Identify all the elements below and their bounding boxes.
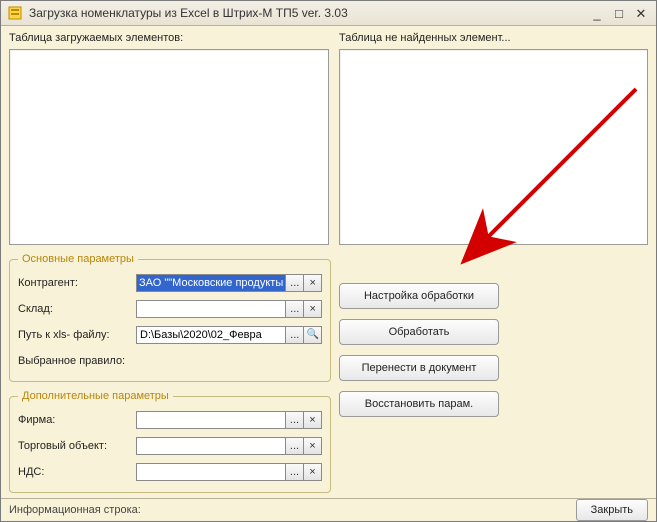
torg-select-button[interactable]: ... bbox=[286, 437, 304, 455]
statusbar: Информационная строка: Закрыть bbox=[1, 498, 656, 521]
maximize-button[interactable]: □ bbox=[608, 4, 630, 22]
app-icon bbox=[7, 5, 23, 21]
contragent-select-button[interactable]: ... bbox=[286, 274, 304, 292]
contragent-label: Контрагент: bbox=[18, 277, 136, 289]
minimize-button[interactable]: _ bbox=[586, 4, 608, 22]
main-params-title: Основные параметры bbox=[18, 253, 138, 265]
restore-button[interactable]: Восстановить парам. bbox=[339, 391, 499, 417]
path-label: Путь к xls- файлу: bbox=[18, 329, 136, 341]
contragent-clear-button[interactable]: × bbox=[304, 274, 322, 292]
path-browse-button[interactable]: 🔍 bbox=[304, 326, 322, 344]
torg-input[interactable] bbox=[136, 437, 286, 455]
contragent-input[interactable]: ЗАО ""Московские продукты bbox=[136, 274, 286, 292]
main-params-group: Основные параметры Контрагент: ЗАО ""Мос… bbox=[9, 253, 331, 382]
sklad-select-button[interactable]: ... bbox=[286, 300, 304, 318]
nds-label: НДС: bbox=[18, 466, 136, 478]
content-area: Таблица загружаемых элементов: Основные … bbox=[1, 26, 656, 498]
firma-input[interactable] bbox=[136, 411, 286, 429]
status-text: Информационная строка: bbox=[9, 504, 576, 516]
settings-button[interactable]: Настройка обработки bbox=[339, 283, 499, 309]
rule-label: Выбранное правило: bbox=[18, 355, 125, 367]
torg-clear-button[interactable]: × bbox=[304, 437, 322, 455]
right-list-label: Таблица не найденных элемент... bbox=[339, 32, 648, 47]
torg-label: Торговый объект: bbox=[18, 440, 136, 452]
firma-label: Фирма: bbox=[18, 414, 136, 426]
nds-input[interactable] bbox=[136, 463, 286, 481]
titlebar[interactable]: Загрузка номенклатуры из Excel в Штрих-М… bbox=[1, 1, 656, 26]
path-select-button[interactable]: ... bbox=[286, 326, 304, 344]
window-close-button[interactable]: ✕ bbox=[630, 4, 652, 22]
left-list-label: Таблица загружаемых элементов: bbox=[9, 32, 329, 47]
process-button[interactable]: Обработать bbox=[339, 319, 499, 345]
close-button[interactable]: Закрыть bbox=[576, 499, 648, 521]
window-controls: _ □ ✕ bbox=[586, 4, 652, 22]
contragent-value: ЗАО ""Московские продукты bbox=[137, 275, 285, 291]
firma-clear-button[interactable]: × bbox=[304, 411, 322, 429]
loaded-items-list[interactable] bbox=[9, 49, 329, 245]
sklad-label: Склад: bbox=[18, 303, 136, 315]
missing-items-list[interactable] bbox=[339, 49, 648, 245]
extra-params-group: Дополнительные параметры Фирма: ... × То… bbox=[9, 390, 331, 493]
transfer-button[interactable]: Перенести в документ bbox=[339, 355, 499, 381]
sklad-input[interactable] bbox=[136, 300, 286, 318]
firma-select-button[interactable]: ... bbox=[286, 411, 304, 429]
right-column: Таблица не найденных элемент... Настройк… bbox=[339, 32, 648, 494]
action-buttons: Настройка обработки Обработать Перенести… bbox=[339, 283, 648, 427]
extra-params-title: Дополнительные параметры bbox=[18, 390, 173, 402]
sklad-clear-button[interactable]: × bbox=[304, 300, 322, 318]
nds-clear-button[interactable]: × bbox=[304, 463, 322, 481]
left-column: Таблица загружаемых элементов: Основные … bbox=[9, 32, 329, 494]
app-window: Загрузка номенклатуры из Excel в Штрих-М… bbox=[0, 0, 657, 522]
nds-select-button[interactable]: ... bbox=[286, 463, 304, 481]
path-input[interactable] bbox=[136, 326, 286, 344]
window-title: Загрузка номенклатуры из Excel в Штрих-М… bbox=[29, 6, 586, 20]
